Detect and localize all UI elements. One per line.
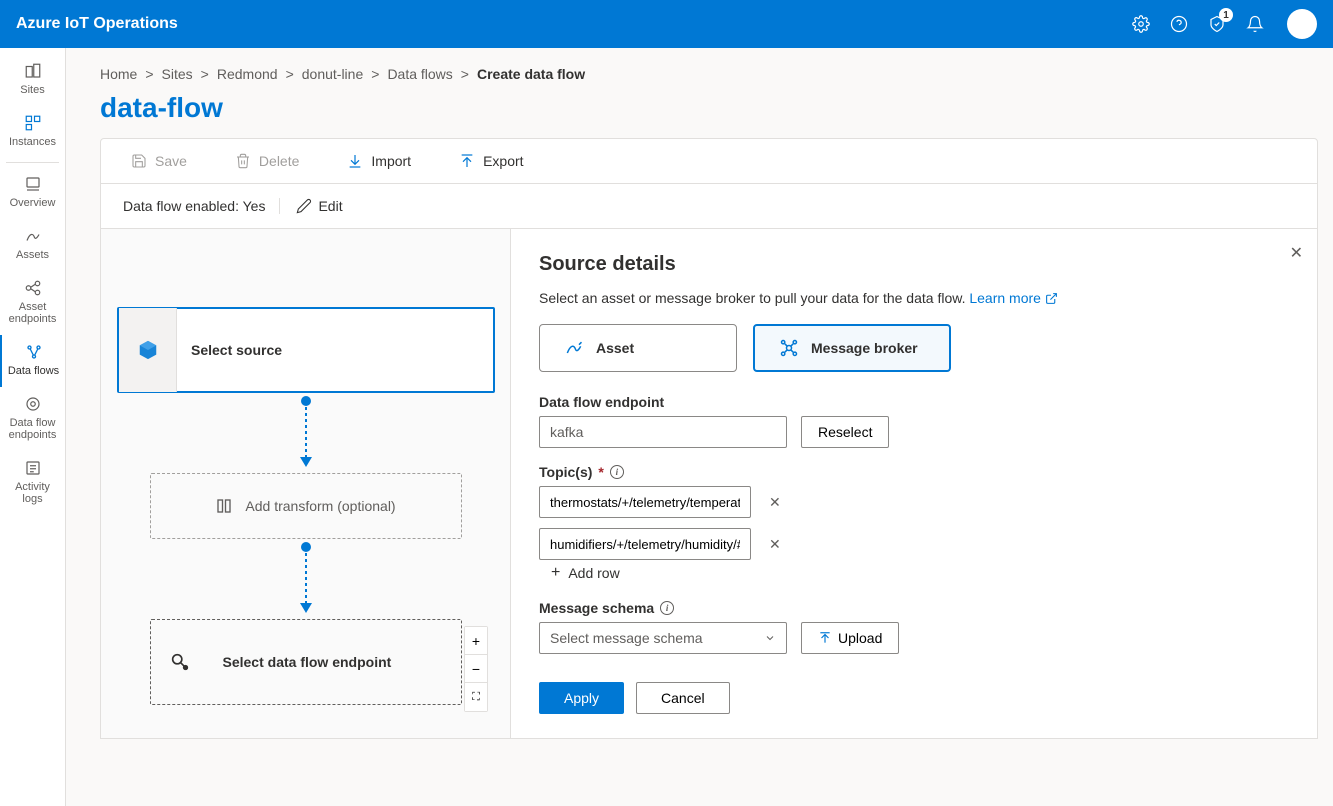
transform-icon bbox=[215, 497, 233, 515]
app-title: Azure IoT Operations bbox=[16, 15, 178, 33]
sites-icon bbox=[24, 62, 42, 80]
schema-select[interactable]: Select message schema bbox=[539, 622, 787, 654]
sidebar-item-instances[interactable]: Instances bbox=[0, 106, 65, 158]
add-row-button[interactable]: +Add row bbox=[551, 564, 1289, 582]
data-flow-endpoints-icon bbox=[24, 395, 42, 413]
toolbar: Save Delete Import Export bbox=[100, 138, 1318, 184]
remove-topic-button[interactable]: ✕ bbox=[765, 490, 785, 515]
source-node[interactable]: Select source bbox=[117, 307, 495, 393]
activity-logs-icon bbox=[24, 459, 42, 477]
import-icon bbox=[347, 153, 363, 169]
edit-icon bbox=[296, 198, 312, 214]
zoom-controls: + − ⛶ bbox=[464, 626, 488, 712]
endpoint-icon bbox=[169, 651, 191, 673]
chevron-down-icon bbox=[764, 632, 776, 644]
asset-endpoints-icon bbox=[24, 279, 42, 297]
help-icon[interactable] bbox=[1169, 14, 1189, 34]
overview-icon bbox=[24, 175, 42, 193]
tab-asset[interactable]: Asset bbox=[539, 324, 737, 372]
assets-icon bbox=[24, 227, 42, 245]
zoom-out-button[interactable]: − bbox=[465, 655, 487, 683]
breadcrumb: Home> Sites> Redmond> donut-line> Data f… bbox=[100, 66, 1333, 82]
connector-arrow bbox=[305, 547, 307, 611]
close-icon[interactable]: ✕ bbox=[1290, 243, 1303, 263]
zoom-in-button[interactable]: + bbox=[465, 627, 487, 655]
status-label: Data flow enabled: Yes bbox=[123, 198, 280, 214]
schema-label: Message schema i bbox=[539, 600, 1289, 616]
export-button[interactable]: Export bbox=[459, 153, 523, 169]
breadcrumb-link[interactable]: Redmond bbox=[217, 66, 278, 82]
broker-icon bbox=[779, 338, 799, 358]
delete-button[interactable]: Delete bbox=[235, 153, 299, 169]
avatar[interactable] bbox=[1287, 9, 1317, 39]
cancel-button[interactable]: Cancel bbox=[636, 682, 730, 714]
breadcrumb-link[interactable]: Data flows bbox=[387, 66, 452, 82]
breadcrumb-link[interactable]: Home bbox=[100, 66, 137, 82]
edit-button[interactable]: Edit bbox=[296, 198, 342, 214]
topbar-actions: 1 bbox=[1131, 9, 1317, 39]
sidebar-item-assets[interactable]: Assets bbox=[0, 219, 65, 271]
breadcrumb-current: Create data flow bbox=[477, 66, 585, 82]
settings-icon[interactable] bbox=[1131, 14, 1151, 34]
sidebar-item-overview[interactable]: Overview bbox=[0, 167, 65, 219]
details-pane: ✕ Source details Select an asset or mess… bbox=[510, 229, 1317, 738]
topic-input[interactable] bbox=[539, 528, 751, 560]
sidebar-item-sites[interactable]: Sites bbox=[0, 54, 65, 106]
sidebar-item-data-flow-endpoints[interactable]: Data flow endpoints bbox=[0, 387, 65, 451]
tab-message-broker[interactable]: Message broker bbox=[753, 324, 951, 372]
topics-label: Topic(s)* i bbox=[539, 464, 1289, 480]
breadcrumb-link[interactable]: Sites bbox=[162, 66, 193, 82]
import-button[interactable]: Import bbox=[347, 153, 411, 169]
info-icon[interactable]: i bbox=[610, 465, 624, 479]
sidebar-item-data-flows[interactable]: Data flows bbox=[0, 335, 65, 387]
details-title: Source details bbox=[539, 253, 1289, 276]
reselect-button[interactable]: Reselect bbox=[801, 416, 889, 448]
transform-node[interactable]: Add transform (optional) bbox=[150, 473, 462, 539]
topbar: Azure IoT Operations 1 bbox=[0, 0, 1333, 48]
delete-icon bbox=[235, 153, 251, 169]
diagnostics-icon[interactable]: 1 bbox=[1207, 14, 1227, 34]
learn-more-link[interactable]: Learn more bbox=[969, 290, 1057, 306]
details-description: Select an asset or message broker to pul… bbox=[539, 290, 1289, 306]
remove-topic-button[interactable]: ✕ bbox=[765, 532, 785, 557]
endpoint-label: Data flow endpoint bbox=[539, 394, 1289, 410]
info-icon[interactable]: i bbox=[660, 601, 674, 615]
save-button[interactable]: Save bbox=[131, 153, 187, 169]
endpoint-input[interactable] bbox=[539, 416, 787, 448]
notification-badge: 1 bbox=[1219, 8, 1233, 22]
page-title: data-flow bbox=[100, 92, 1333, 124]
endpoint-node[interactable]: Select data flow endpoint bbox=[150, 619, 462, 705]
sidebar-item-asset-endpoints[interactable]: Asset endpoints bbox=[0, 271, 65, 335]
apply-button[interactable]: Apply bbox=[539, 682, 624, 714]
sidebar-item-activity-logs[interactable]: Activity logs bbox=[0, 451, 65, 515]
instances-icon bbox=[24, 114, 42, 132]
upload-icon bbox=[818, 631, 832, 645]
save-icon bbox=[131, 153, 147, 169]
notifications-icon[interactable] bbox=[1245, 14, 1265, 34]
upload-button[interactable]: Upload bbox=[801, 622, 899, 654]
topic-input[interactable] bbox=[539, 486, 751, 518]
data-flows-icon bbox=[25, 343, 43, 361]
asset-icon bbox=[564, 338, 584, 358]
sidebar: Sites Instances Overview Assets Asset en… bbox=[0, 48, 66, 806]
flow-canvas[interactable]: Select source Add transform (optional) bbox=[101, 229, 510, 738]
fit-view-button[interactable]: ⛶ bbox=[465, 683, 487, 711]
breadcrumb-link[interactable]: donut-line bbox=[302, 66, 364, 82]
export-icon bbox=[459, 153, 475, 169]
connector-arrow bbox=[305, 401, 307, 465]
cube-icon bbox=[137, 339, 159, 361]
